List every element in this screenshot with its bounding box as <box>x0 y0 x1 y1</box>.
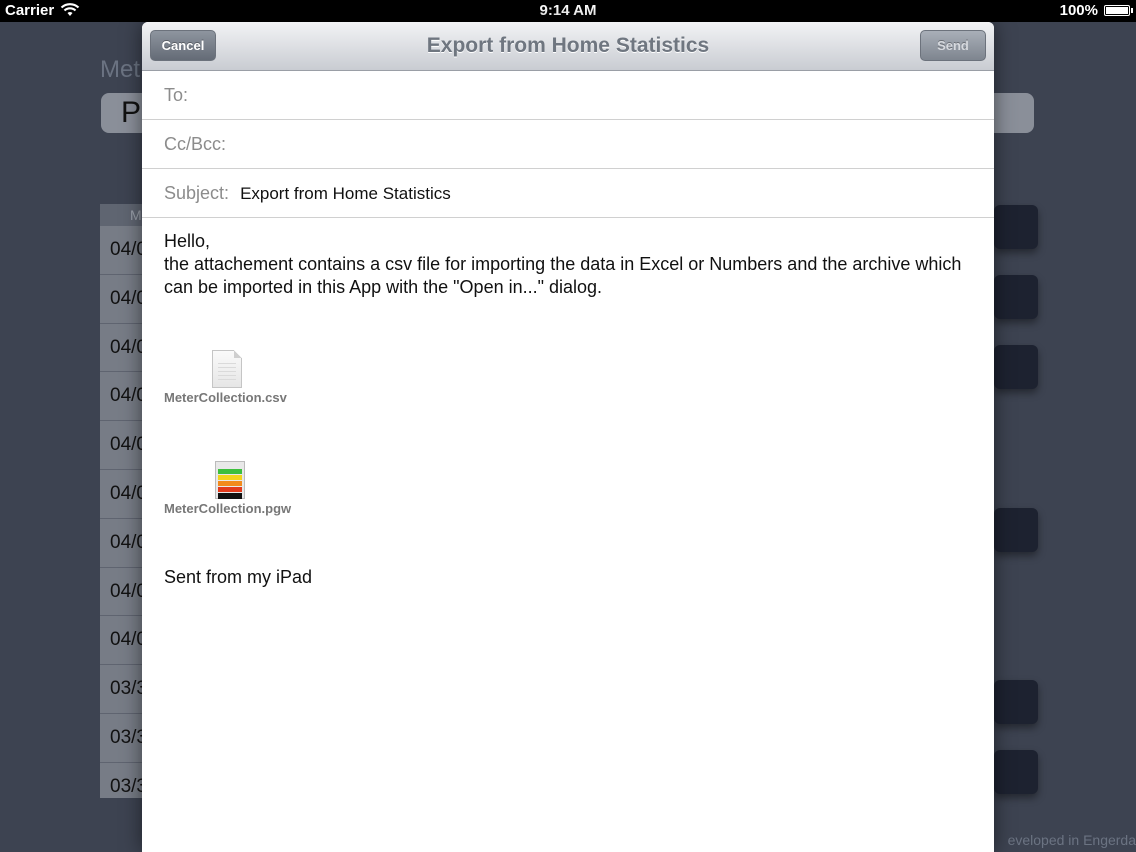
background-button <box>994 345 1038 389</box>
background-button <box>994 680 1038 724</box>
body-paragraph: the attachement contains a csv file for … <box>164 254 962 297</box>
composer-title: Export from Home Statistics <box>426 34 710 57</box>
background-button <box>994 508 1038 552</box>
battery-icon <box>1104 5 1133 16</box>
attachment-name: MeterCollection.csv <box>164 390 287 405</box>
document-icon <box>212 350 242 388</box>
status-bar: Carrier 9:14 AM 100% <box>0 0 1136 22</box>
clock: 9:14 AM <box>539 2 597 19</box>
to-label: To: <box>164 85 189 105</box>
body-greeting: Hello, <box>164 231 211 251</box>
background-button <box>994 205 1038 249</box>
subject-field[interactable]: Subject: Export from Home Statistics <box>142 169 994 218</box>
to-field[interactable]: To: <box>142 71 994 120</box>
mail-composer: Cancel Export from Home Statistics Send … <box>142 22 994 852</box>
cc-bcc-label: Cc/Bcc: <box>164 134 227 154</box>
archive-icon <box>215 461 245 499</box>
background-footer: eveloped in Engerda <box>1007 832 1136 848</box>
cc-bcc-field[interactable]: Cc/Bcc: <box>142 120 994 169</box>
signature: Sent from my iPad <box>164 567 313 587</box>
subject-input[interactable]: Export from Home Statistics <box>240 184 451 203</box>
battery-percent: 100% <box>1059 2 1098 19</box>
attachment-name: MeterCollection.pgw <box>164 501 292 516</box>
message-body[interactable]: Hello, the attachement contains a csv fi… <box>164 230 964 299</box>
subject-label: Subject: <box>164 183 230 203</box>
background-button <box>994 275 1038 319</box>
composer-navbar: Cancel Export from Home Statistics Send <box>142 22 994 71</box>
background-button <box>994 750 1038 794</box>
background-heading: Met <box>100 56 141 83</box>
attachment-pgw[interactable]: MeterCollection.pgw <box>164 461 291 516</box>
send-button[interactable]: Send <box>920 30 986 61</box>
attachment-csv[interactable]: MeterCollection.csv <box>164 350 287 405</box>
